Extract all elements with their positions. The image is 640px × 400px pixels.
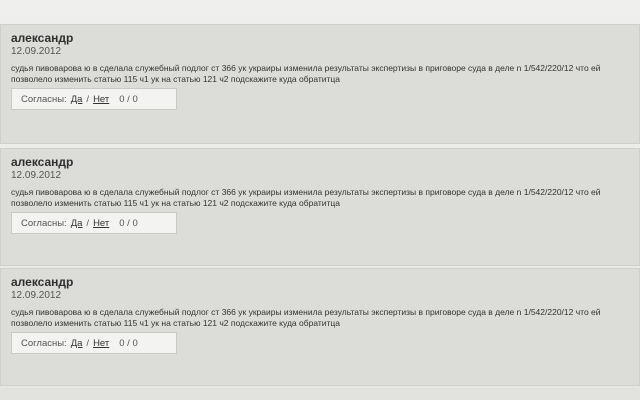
comment-item: александр 12.09.2012 судья пивоварова ю … <box>0 148 640 266</box>
vote-box: Согласны: Да / Нет 0 / 0 <box>11 212 177 234</box>
comment-date: 12.09.2012 <box>11 46 62 57</box>
comment-author: александр <box>11 31 74 45</box>
comment-text: судья пивоварова ю в сделала служебный п… <box>11 187 601 208</box>
comment-date: 12.09.2012 <box>11 290 62 301</box>
vote-label: Согласны: <box>21 217 67 229</box>
vote-box: Согласны: Да / Нет 0 / 0 <box>11 88 177 110</box>
comments-page: александр 12.09.2012 судья пивоварова ю … <box>0 0 640 400</box>
comment-author: александр <box>11 155 74 169</box>
comment-date: 12.09.2012 <box>11 170 62 181</box>
vote-yes-link[interactable]: Да <box>71 94 83 105</box>
next-comment-edge <box>0 388 640 400</box>
comment-item: александр 12.09.2012 судья пивоварова ю … <box>0 268 640 386</box>
vote-separator: / <box>86 93 90 105</box>
vote-no-link[interactable]: Нет <box>93 218 109 229</box>
vote-score: 0 / 0 <box>119 337 138 349</box>
comment-item: александр 12.09.2012 судья пивоварова ю … <box>0 24 640 144</box>
comment-author: александр <box>11 275 74 289</box>
vote-yes-link[interactable]: Да <box>71 218 83 229</box>
vote-no-link[interactable]: Нет <box>93 338 109 349</box>
vote-label: Согласны: <box>21 93 67 105</box>
vote-score: 0 / 0 <box>119 217 138 229</box>
comment-text: судья пивоварова ю в сделала служебный п… <box>11 63 601 84</box>
vote-separator: / <box>86 217 90 229</box>
comment-text: судья пивоварова ю в сделала служебный п… <box>11 307 601 328</box>
vote-separator: / <box>86 337 90 349</box>
vote-label: Согласны: <box>21 337 67 349</box>
vote-yes-link[interactable]: Да <box>71 338 83 349</box>
vote-no-link[interactable]: Нет <box>93 94 109 105</box>
vote-box: Согласны: Да / Нет 0 / 0 <box>11 332 177 354</box>
vote-score: 0 / 0 <box>119 93 138 105</box>
